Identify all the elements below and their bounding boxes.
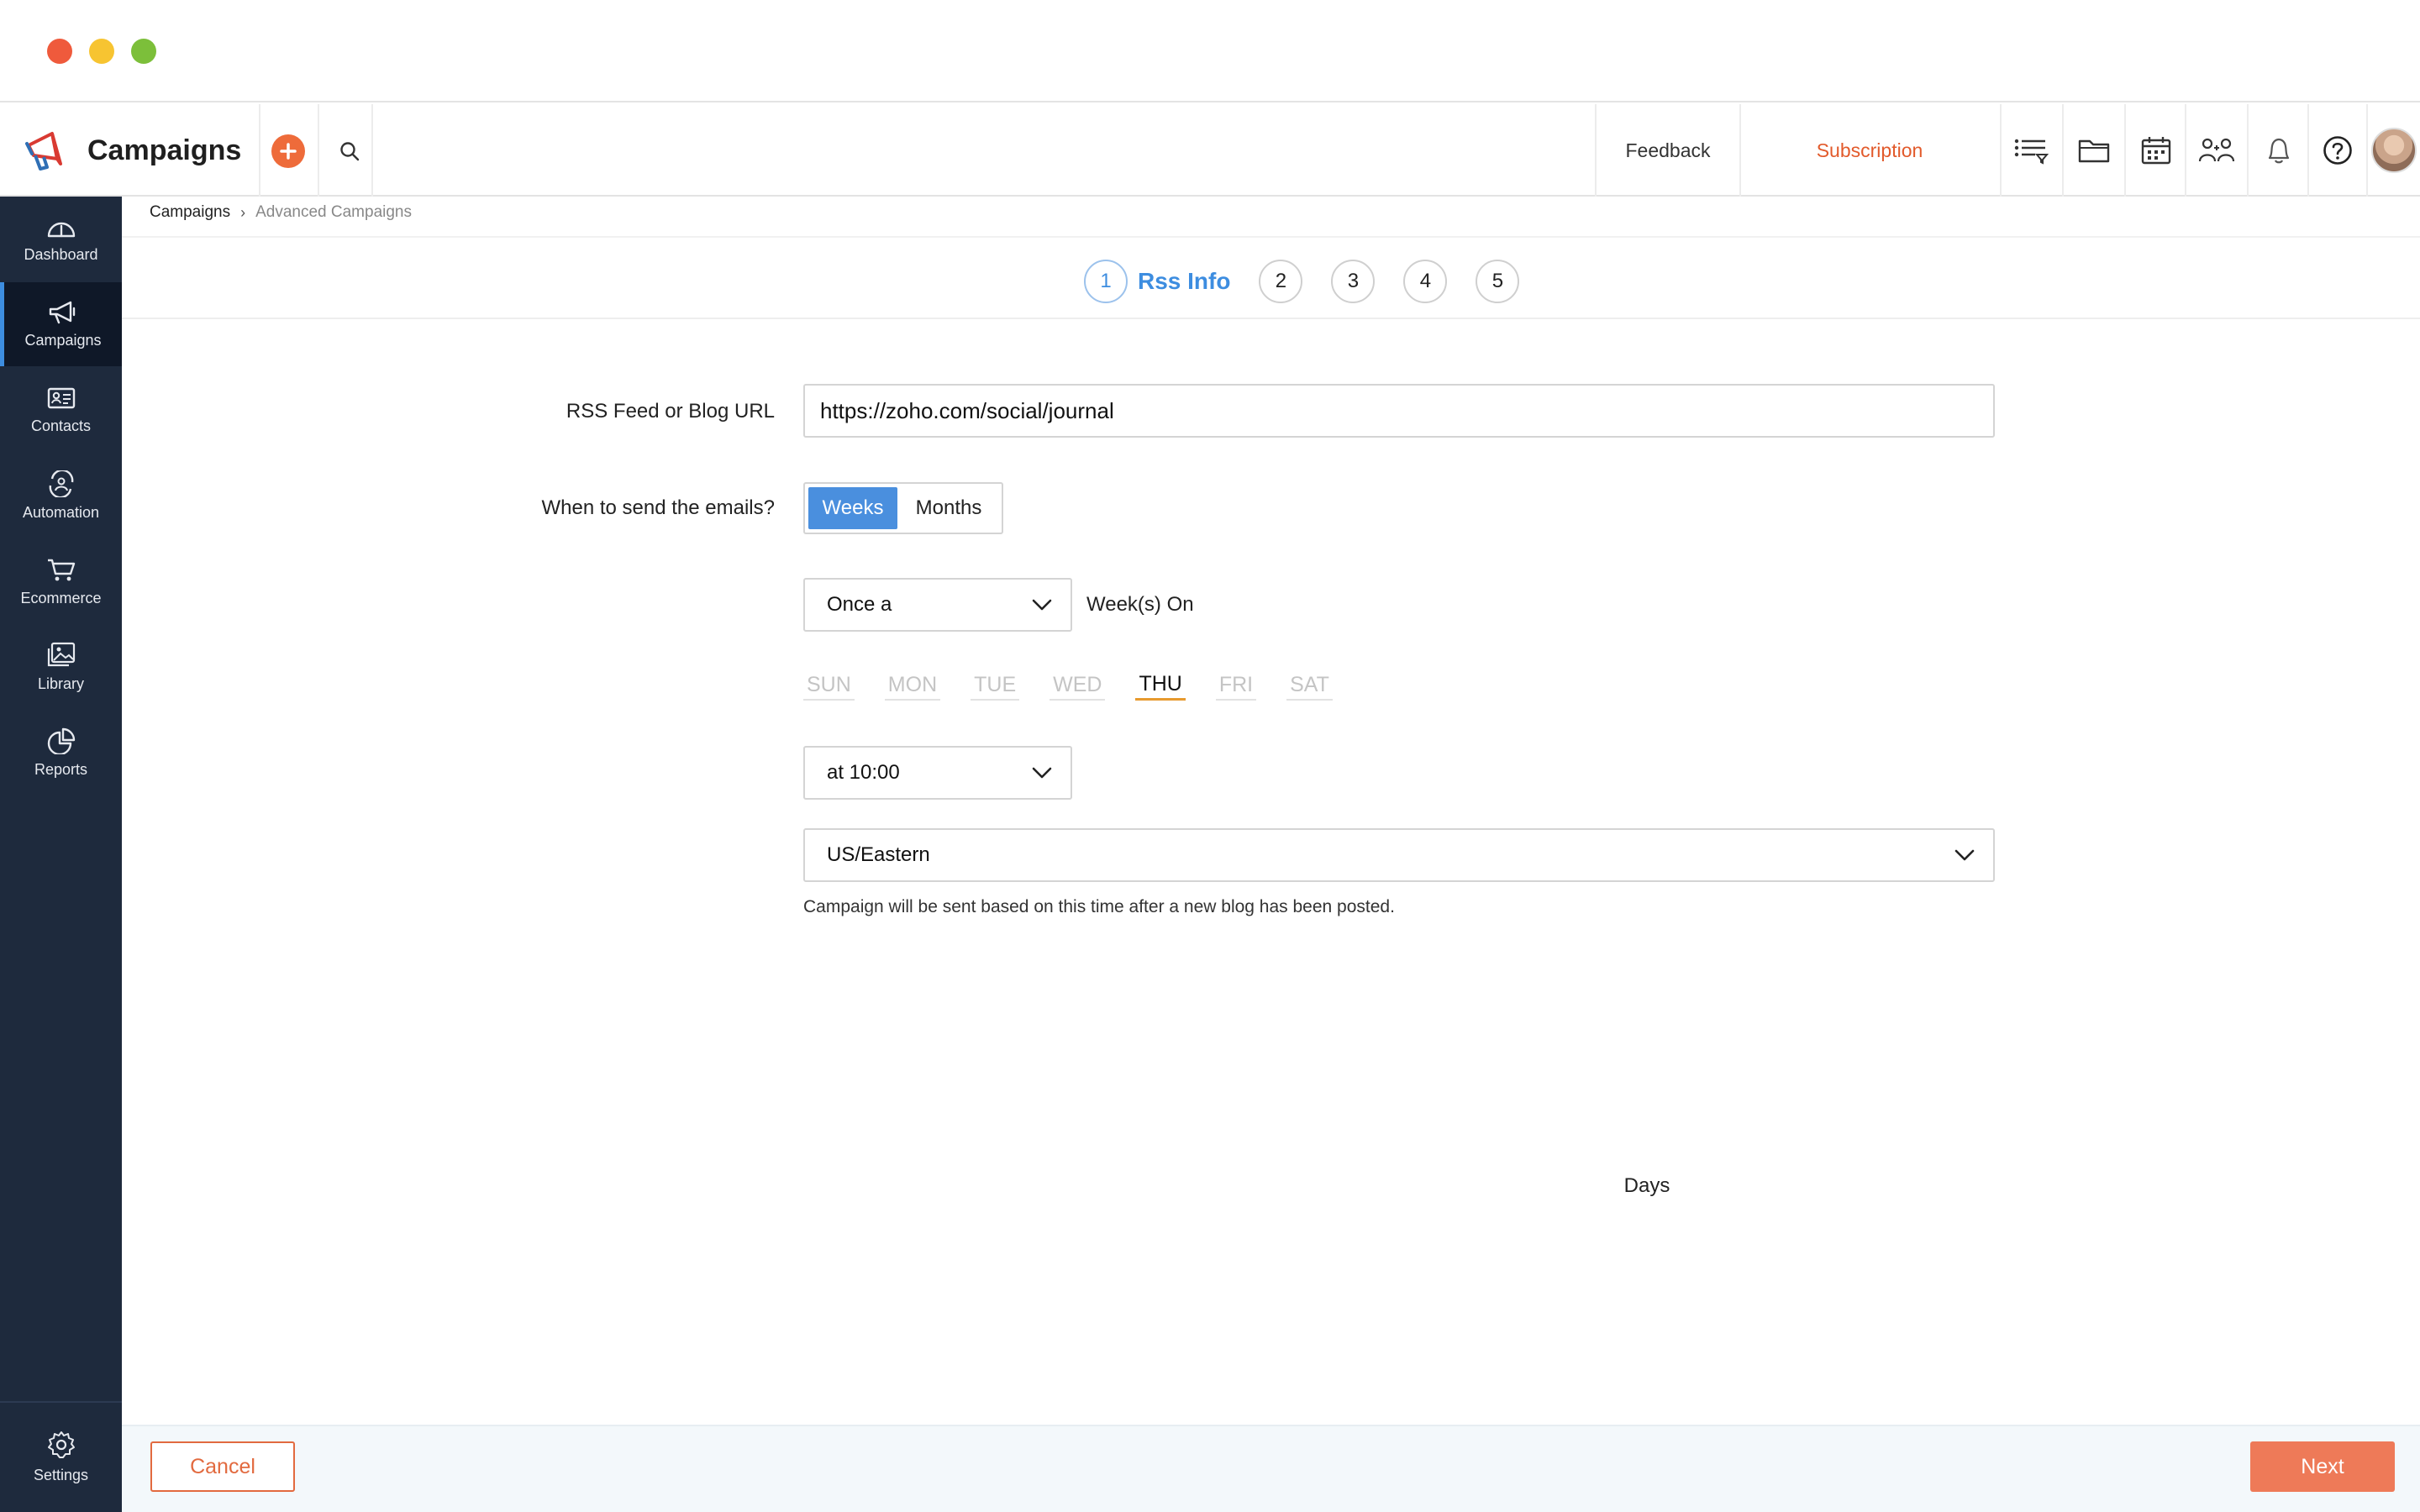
sidebar-item-dashboard[interactable]: Dashboard bbox=[0, 197, 122, 281]
divider bbox=[122, 318, 2420, 319]
avatar[interactable] bbox=[2371, 128, 2417, 173]
pie-chart-icon bbox=[47, 727, 75, 754]
day-fri[interactable]: FRI bbox=[1215, 673, 1257, 701]
interval-suffix: Week(s) On bbox=[1086, 593, 1194, 616]
sidebar-item-library[interactable]: Library bbox=[0, 625, 122, 709]
subscription-link[interactable]: Subscription bbox=[1741, 104, 1998, 197]
team-button[interactable] bbox=[2186, 104, 2247, 197]
divider bbox=[2366, 104, 2368, 197]
sidebar-item-label: Library bbox=[37, 675, 85, 692]
step-4[interactable]: 4 bbox=[1403, 260, 1448, 303]
folder-icon bbox=[2078, 139, 2110, 163]
add-icon bbox=[280, 143, 297, 160]
help-icon bbox=[2323, 136, 2352, 165]
step-1[interactable]: 1 bbox=[1084, 260, 1128, 303]
add-button[interactable] bbox=[271, 134, 305, 168]
footer-bar: Cancel Next bbox=[122, 1425, 2420, 1512]
calendar-button[interactable] bbox=[2126, 104, 2186, 197]
day-mon[interactable]: MON bbox=[884, 673, 941, 701]
sidebar-item-reports[interactable]: Reports bbox=[0, 711, 122, 795]
notifications-button[interactable] bbox=[2249, 104, 2309, 197]
window-titlebar bbox=[0, 0, 2420, 102]
folder-button[interactable] bbox=[2064, 104, 2124, 197]
breadcrumb-current: Advanced Campaigns bbox=[255, 203, 412, 221]
bell-icon bbox=[2268, 138, 2290, 164]
sidebar-item-label: Contacts bbox=[30, 417, 92, 434]
list-filter-button[interactable] bbox=[2002, 104, 2062, 197]
next-button[interactable]: Next bbox=[2250, 1441, 2395, 1492]
divider bbox=[318, 104, 319, 197]
cart-icon bbox=[47, 559, 75, 580]
time-value: at 10:00 bbox=[827, 761, 900, 784]
divider bbox=[259, 104, 260, 197]
feedback-link[interactable]: Feedback bbox=[1597, 104, 1739, 197]
gear-icon bbox=[47, 1431, 75, 1458]
minimize-window-button[interactable] bbox=[89, 39, 114, 64]
sidebar-item-label: Ecommerce bbox=[20, 589, 102, 606]
breadcrumb: Campaigns › Advanced Campaigns bbox=[150, 203, 412, 222]
rss-url-input[interactable]: https://zoho.com/social/journal bbox=[803, 384, 1995, 438]
breadcrumb-root-link[interactable]: Campaigns bbox=[150, 203, 230, 222]
team-icon bbox=[2198, 138, 2235, 162]
sidebar-item-label: Dashboard bbox=[24, 245, 98, 263]
search-button[interactable] bbox=[333, 134, 366, 168]
frequency-days-option[interactable]: Days bbox=[1608, 1156, 1686, 1198]
app-header: Campaigns Feedback Subscription bbox=[0, 104, 2420, 197]
time-dropdown[interactable]: at 10:00 bbox=[803, 746, 1072, 800]
step-5[interactable]: 5 bbox=[1476, 260, 1520, 303]
wizard-steps: 1 Rss Info 2 3 4 5 bbox=[1084, 259, 1520, 304]
step-3[interactable]: 3 bbox=[1331, 260, 1376, 303]
day-sat[interactable]: SAT bbox=[1286, 673, 1333, 701]
chevron-down-icon bbox=[1032, 767, 1052, 779]
sidebar-item-label: Settings bbox=[33, 1466, 89, 1483]
schedule-note: Campaign will be sent based on this time… bbox=[803, 897, 1395, 916]
breadcrumb-separator: › bbox=[240, 203, 246, 221]
sidebar-item-label: Automation bbox=[22, 503, 100, 521]
sidebar-item-label: Reports bbox=[34, 760, 88, 778]
frequency-months-option[interactable]: Months bbox=[899, 487, 998, 529]
sidebar-item-label: Campaigns bbox=[24, 331, 102, 349]
step-2[interactable]: 2 bbox=[1259, 260, 1303, 303]
divider bbox=[371, 104, 373, 197]
timezone-dropdown[interactable]: US/Eastern bbox=[803, 828, 1995, 882]
sidebar-item-settings[interactable]: Settings bbox=[0, 1401, 122, 1510]
brand[interactable]: Campaigns bbox=[24, 104, 241, 197]
sidebar-item-campaigns[interactable]: Campaigns bbox=[0, 282, 122, 366]
automation-icon bbox=[49, 470, 73, 497]
sidebar: Dashboard Campaigns Contacts Automation … bbox=[0, 197, 122, 1512]
zoom-window-button[interactable] bbox=[131, 39, 156, 64]
frequency-weeks-option[interactable]: Weeks bbox=[808, 487, 897, 529]
day-thu[interactable]: THU bbox=[1135, 672, 1186, 701]
chevron-down-icon bbox=[1032, 599, 1052, 611]
frequency-selector: Days Weeks Months bbox=[803, 482, 1670, 1197]
timezone-value: US/Eastern bbox=[827, 843, 930, 866]
list-filter-icon bbox=[2014, 139, 2049, 165]
search-icon bbox=[340, 142, 360, 161]
interval-value: Once a bbox=[827, 593, 892, 616]
interval-dropdown[interactable]: Once a bbox=[803, 578, 1072, 632]
rss-url-label: RSS Feed or Blog URL bbox=[566, 400, 775, 423]
step-1-label: Rss Info bbox=[1138, 268, 1231, 294]
day-wed[interactable]: WED bbox=[1050, 673, 1106, 701]
logo-megaphone-icon bbox=[24, 129, 72, 172]
sidebar-item-contacts[interactable]: Contacts bbox=[0, 368, 122, 452]
help-button[interactable] bbox=[2307, 104, 2368, 197]
dashboard-icon bbox=[47, 222, 75, 237]
chevron-down-icon bbox=[1954, 849, 1975, 861]
weekday-selector: SUN MON TUE WED THU FRI SAT bbox=[803, 672, 1363, 701]
calendar-icon bbox=[2141, 137, 2171, 165]
day-tue[interactable]: TUE bbox=[971, 673, 1020, 701]
day-sun[interactable]: SUN bbox=[803, 673, 855, 701]
close-window-button[interactable] bbox=[47, 39, 72, 64]
send-schedule-label: When to send the emails? bbox=[541, 496, 776, 519]
megaphone-icon bbox=[49, 301, 76, 323]
contacts-icon bbox=[47, 387, 75, 408]
divider bbox=[122, 236, 2420, 238]
app-title: Campaigns bbox=[87, 134, 242, 166]
sidebar-item-ecommerce[interactable]: Ecommerce bbox=[0, 539, 122, 623]
image-icon bbox=[47, 642, 75, 666]
cancel-button[interactable]: Cancel bbox=[150, 1441, 295, 1492]
sidebar-item-automation[interactable]: Automation bbox=[0, 454, 122, 538]
